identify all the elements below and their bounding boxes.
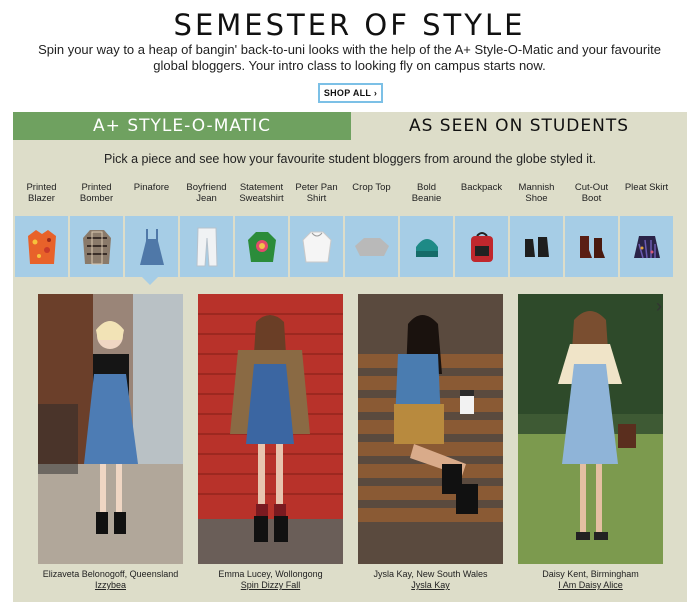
student-name: Jysla Kay, New South Wales bbox=[373, 569, 488, 579]
style-o-matic-panel: A+ STYLE-O-MATIC AS SEEN ON STUDENTS Pic… bbox=[13, 112, 687, 602]
piece-pinafore[interactable]: Pinafore bbox=[125, 182, 178, 277]
blog-link[interactable]: Spin Dizzy Fall bbox=[198, 580, 343, 591]
student-card[interactable]: Daisy Kent, Birmingham I Am Daisy Alice bbox=[518, 294, 663, 591]
piece-label: Pleat Skirt bbox=[624, 182, 669, 193]
bomber-icon bbox=[82, 229, 111, 264]
piece-label: Bold Beanie bbox=[411, 182, 442, 204]
piece-boyfriend-jean[interactable]: Boyfriend Jean bbox=[180, 182, 233, 277]
pinafore-icon bbox=[139, 228, 164, 265]
blog-link[interactable]: I Am Daisy Alice bbox=[518, 580, 663, 591]
piece-tile[interactable] bbox=[455, 216, 508, 277]
student-name: Elizaveta Belonogoff, Queensland bbox=[42, 569, 179, 579]
student-photo[interactable] bbox=[38, 294, 183, 564]
piece-label: Backpack bbox=[460, 182, 503, 193]
shoe-icon bbox=[524, 236, 549, 257]
piece-tile[interactable] bbox=[235, 216, 288, 277]
shirt-icon bbox=[301, 231, 332, 262]
jeans-icon bbox=[195, 227, 218, 266]
tab-as-seen-on-students[interactable]: AS SEEN ON STUDENTS bbox=[351, 112, 687, 140]
piece-cut-out-boot[interactable]: Cut-Out Boot bbox=[565, 182, 618, 277]
student-card[interactable]: Emma Lucey, Wollongong Spin Dizzy Fall bbox=[198, 294, 343, 591]
page-title: SEMESTER OF STYLE bbox=[173, 8, 526, 42]
piece-label: Pinafore bbox=[133, 182, 170, 193]
crop-top-icon bbox=[354, 237, 389, 256]
piece-tile[interactable] bbox=[290, 216, 343, 277]
piece-printed-blazer[interactable]: Printed Blazer bbox=[15, 182, 68, 277]
piece-label: Printed Blazer bbox=[26, 182, 57, 204]
student-name: Daisy Kent, Birmingham bbox=[542, 569, 639, 579]
piece-label: Boyfriend Jean bbox=[186, 182, 227, 204]
blazer-icon bbox=[27, 229, 56, 264]
piece-pleat-skirt[interactable]: Pleat Skirt bbox=[620, 182, 673, 277]
skirt-icon bbox=[633, 235, 660, 258]
shop-all-button[interactable]: SHOP ALL › bbox=[318, 83, 383, 103]
piece-tile-selected[interactable] bbox=[125, 216, 178, 277]
student-card[interactable]: Jysla Kay, New South Wales Jysla Kay bbox=[358, 294, 503, 591]
piece-bold-beanie[interactable]: Bold Beanie bbox=[400, 182, 453, 277]
student-card[interactable]: Elizaveta Belonogoff, Queensland Izzybea bbox=[38, 294, 183, 591]
blog-link[interactable]: Izzybea bbox=[38, 580, 183, 591]
beanie-icon bbox=[415, 238, 438, 257]
piece-tile[interactable] bbox=[510, 216, 563, 277]
piece-tile[interactable] bbox=[400, 216, 453, 277]
piece-mannish-shoe[interactable]: Mannish Shoe bbox=[510, 182, 563, 277]
boot-icon bbox=[579, 235, 605, 258]
piece-tile[interactable] bbox=[15, 216, 68, 277]
piece-label: Mannish Shoe bbox=[518, 182, 555, 204]
piece-label: Peter Pan Shirt bbox=[295, 182, 338, 204]
piece-backpack[interactable]: Backpack bbox=[455, 182, 508, 277]
intro-text: Spin your way to a heap of bangin' back-… bbox=[38, 42, 661, 73]
piece-tile[interactable] bbox=[565, 216, 618, 277]
tab-style-o-matic[interactable]: A+ STYLE-O-MATIC bbox=[13, 112, 351, 140]
student-photo[interactable] bbox=[358, 294, 503, 564]
selection-pointer bbox=[137, 272, 163, 285]
student-name: Emma Lucey, Wollongong bbox=[218, 569, 323, 579]
piece-printed-bomber[interactable]: Printed Bomber bbox=[70, 182, 123, 277]
piece-crop-top[interactable]: Crop Top bbox=[345, 182, 398, 277]
student-photo[interactable] bbox=[518, 294, 663, 564]
blog-link[interactable]: Jysla Kay bbox=[358, 580, 503, 591]
backpack-icon bbox=[470, 231, 493, 262]
piece-statement-sweatshirt[interactable]: Statement Sweatshirt bbox=[235, 182, 288, 277]
instruction-text: Pick a piece and see how your favourite … bbox=[104, 152, 596, 166]
piece-label: Crop Top bbox=[352, 182, 391, 193]
piece-label: Printed Bomber bbox=[79, 182, 114, 204]
piece-tile[interactable] bbox=[180, 216, 233, 277]
piece-tile[interactable] bbox=[70, 216, 123, 277]
piece-label: Cut-Out Boot bbox=[574, 182, 609, 204]
piece-tile[interactable] bbox=[620, 216, 673, 277]
student-photo[interactable] bbox=[198, 294, 343, 564]
chevron-right-icon[interactable]: › bbox=[656, 296, 662, 317]
piece-tile[interactable] bbox=[345, 216, 398, 277]
piece-label: Statement Sweatshirt bbox=[239, 182, 284, 204]
piece-peter-pan-shirt[interactable]: Peter Pan Shirt bbox=[290, 182, 343, 277]
sweatshirt-icon bbox=[247, 231, 276, 262]
